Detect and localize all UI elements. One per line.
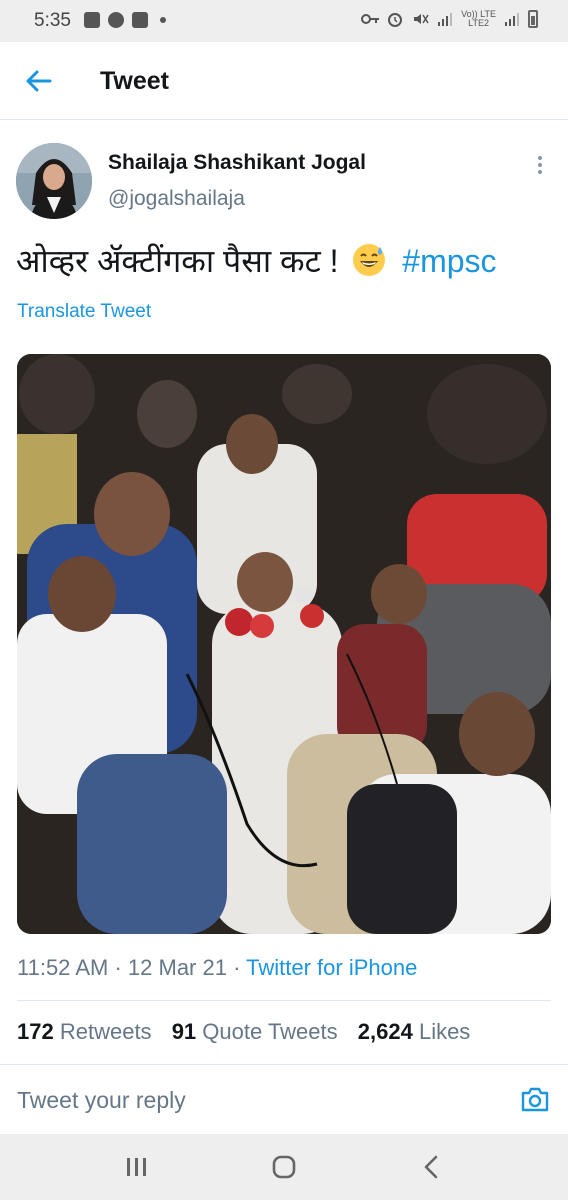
likes-stat[interactable]: 2,624 Likes bbox=[358, 1019, 471, 1044]
mute-icon bbox=[414, 14, 429, 24]
gallery-icon bbox=[84, 12, 100, 28]
checkbox-icon bbox=[132, 12, 148, 28]
account-icon bbox=[108, 12, 124, 28]
tweet-meta: 11:52 AM · 12 Mar 21 · Twitter for iPhon… bbox=[17, 955, 417, 981]
likes-label: Likes bbox=[418, 1019, 471, 1044]
network-label-2: LTE2 bbox=[468, 18, 489, 28]
divider bbox=[17, 1000, 551, 1001]
hashtag-link[interactable]: #mpsc bbox=[402, 243, 496, 279]
navigation-bar bbox=[0, 1134, 568, 1200]
tweet-photo[interactable] bbox=[17, 354, 551, 934]
app-header: Tweet bbox=[0, 42, 568, 120]
back-icon[interactable] bbox=[416, 1154, 446, 1180]
translate-tweet-link[interactable]: Translate Tweet bbox=[17, 301, 151, 323]
tweet-body: ओव्हर ॲक्टींगका पैसा कट ! bbox=[16, 243, 339, 279]
tweet-time: 11:52 AM bbox=[17, 955, 109, 980]
author-handle[interactable]: @jogalshailaja bbox=[108, 187, 245, 211]
battery-icon bbox=[528, 10, 538, 28]
reply-input[interactable]: Tweet your reply bbox=[17, 1087, 186, 1114]
signal-2-icon bbox=[505, 13, 519, 26]
status-bar: 5:35 Vo)) LTE LTE2 bbox=[0, 0, 568, 42]
status-time: 5:35 bbox=[34, 10, 71, 31]
grinning-face-with-sweat-emoji bbox=[353, 244, 386, 276]
home-icon[interactable] bbox=[269, 1154, 299, 1180]
meta-separator-2: · bbox=[233, 955, 241, 980]
tweet-photo-image bbox=[17, 354, 551, 934]
page-title: Tweet bbox=[100, 67, 169, 95]
tweet-date: 12 Mar 21 bbox=[127, 955, 227, 980]
tweet-text: ओव्हर ॲक्टींगका पैसा कट ! #mpsc bbox=[16, 239, 497, 282]
author-name[interactable]: Shailaja Shashikant Jogal bbox=[108, 151, 366, 175]
reply-bar: Tweet your reply bbox=[0, 1064, 568, 1134]
camera-icon[interactable] bbox=[520, 1085, 550, 1113]
notification-dot-icon bbox=[160, 17, 166, 23]
tweet-source-link[interactable]: Twitter for iPhone bbox=[246, 955, 417, 980]
more-options-icon[interactable] bbox=[532, 153, 548, 179]
quote-tweets-count: 91 bbox=[171, 1019, 197, 1044]
alarm-icon bbox=[388, 13, 403, 27]
quote-tweets-stat[interactable]: 91 Quote Tweets bbox=[172, 1019, 338, 1044]
meta-separator: · bbox=[114, 955, 122, 980]
back-button[interactable] bbox=[22, 66, 56, 96]
retweets-label: Retweets bbox=[59, 1019, 152, 1044]
retweets-stat[interactable]: 172 Retweets bbox=[17, 1019, 152, 1044]
avatar[interactable] bbox=[16, 143, 92, 219]
likes-count: 2,624 bbox=[357, 1019, 413, 1044]
key-icon bbox=[361, 14, 380, 24]
signal-icon bbox=[438, 13, 453, 26]
recent-apps-icon[interactable] bbox=[122, 1154, 152, 1180]
tweet-stats: 172 Retweets 91 Quote Tweets 2,624 Likes bbox=[17, 1019, 484, 1045]
avatar-image bbox=[16, 143, 92, 219]
arrow-left-icon bbox=[26, 70, 52, 92]
quote-tweets-label: Quote Tweets bbox=[202, 1019, 338, 1044]
retweets-count: 172 bbox=[17, 1019, 54, 1044]
